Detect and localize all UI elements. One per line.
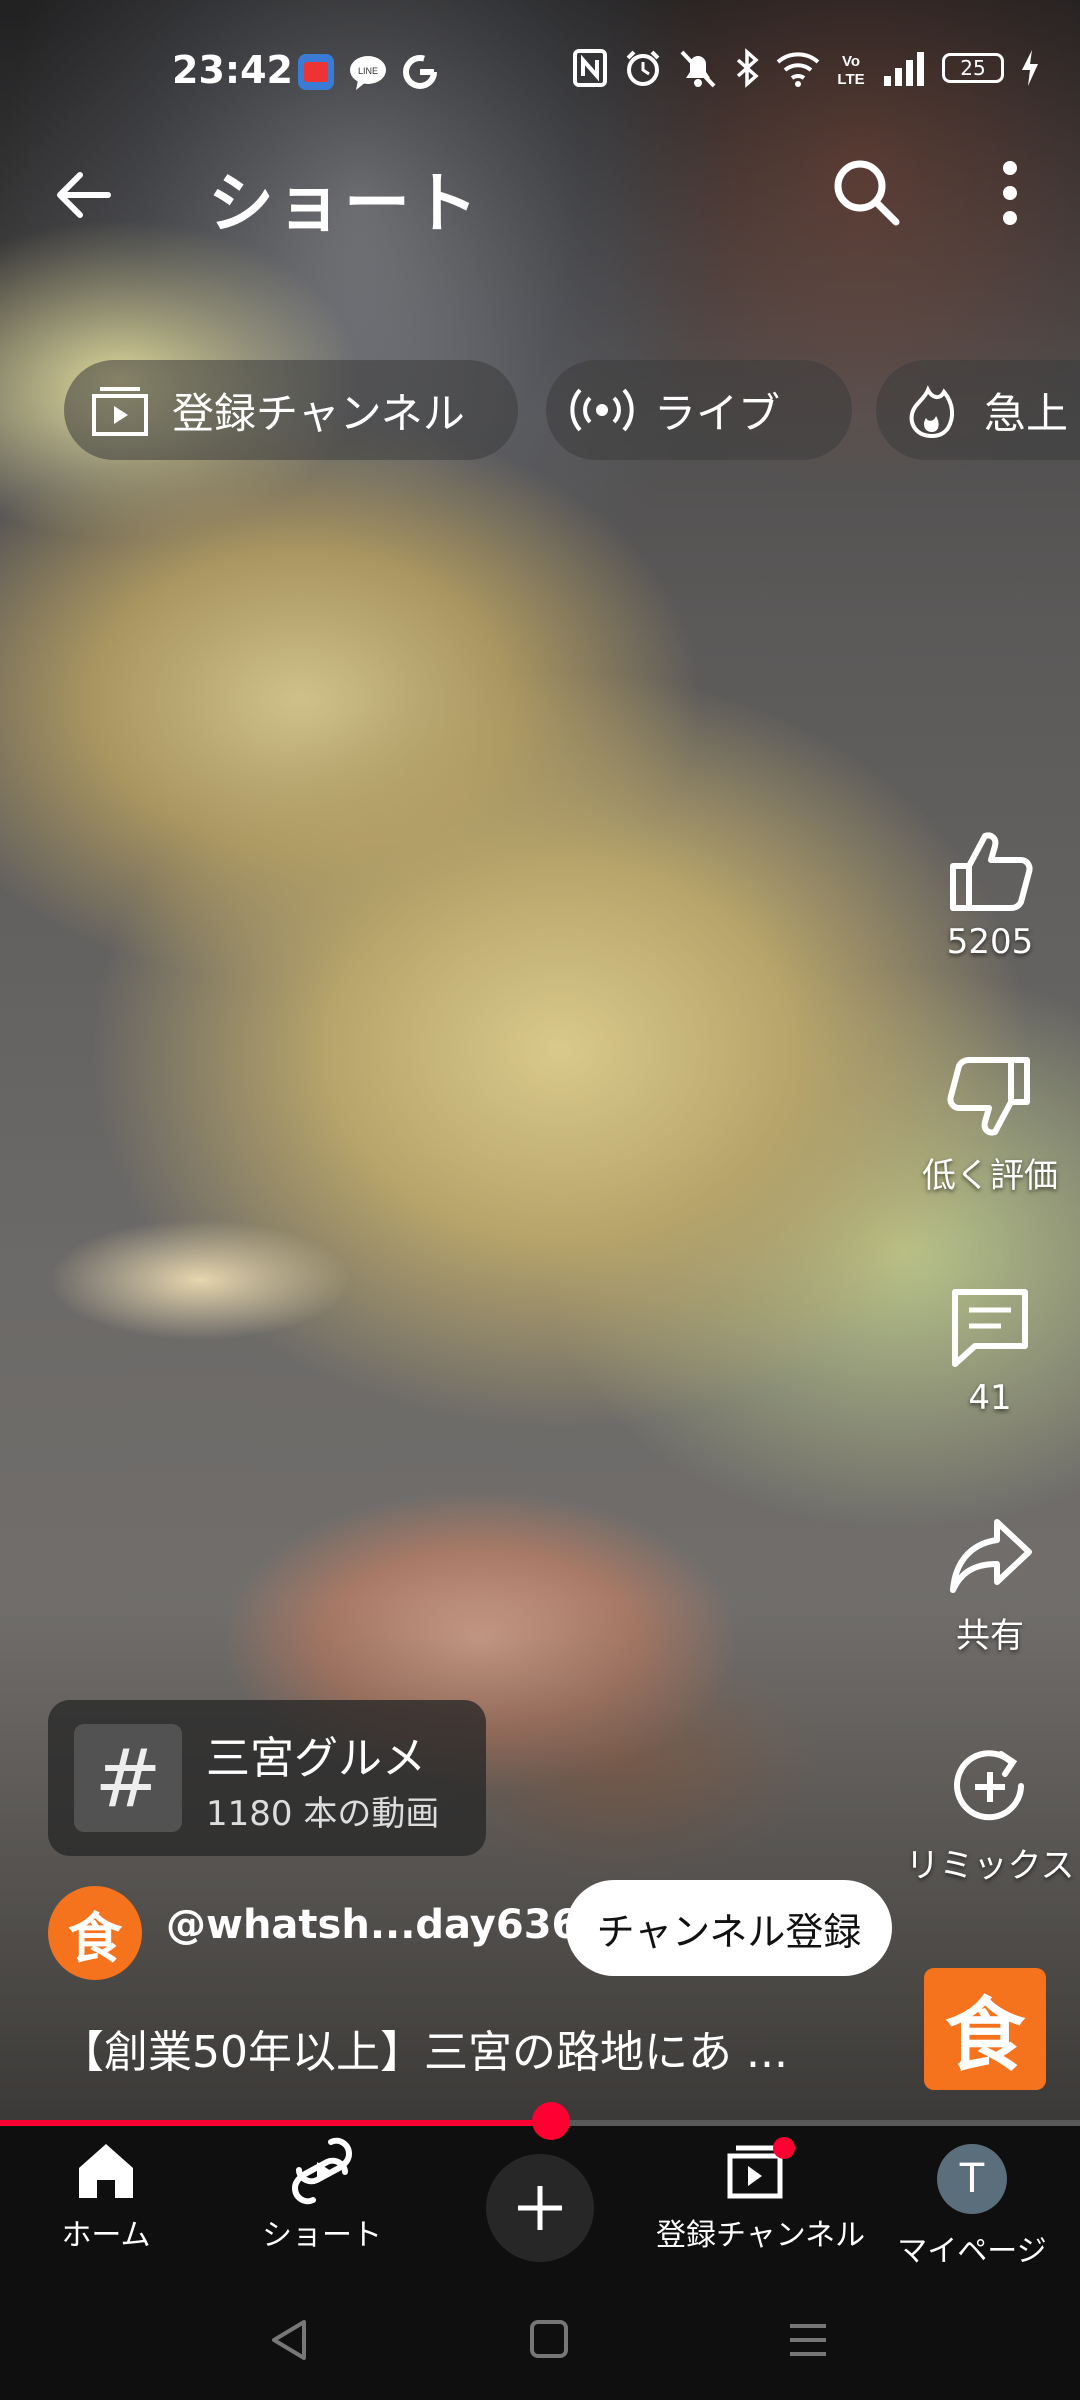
nav-shorts[interactable]: ショート: [222, 2136, 422, 2254]
subscriptions-icon: [88, 378, 152, 442]
shorts-icon: [291, 2137, 353, 2205]
svg-text:Vo: Vo: [842, 53, 860, 70]
google-icon: [403, 55, 437, 89]
nav-label: マイページ: [897, 2234, 1047, 2269]
channel-handle[interactable]: @whatsh...day6365: [166, 1902, 607, 1948]
remix-button[interactable]: リミックス: [900, 1742, 1080, 1887]
subscribe-button[interactable]: チャンネル登録: [566, 1880, 892, 1976]
channel-logo[interactable]: 食: [924, 1968, 1046, 2090]
search-icon[interactable]: [826, 152, 906, 232]
chip-label: 登録チャンネル: [172, 388, 465, 438]
chip-label: ライブ: [654, 388, 781, 438]
progress-fill: [0, 2120, 551, 2126]
bottom-navigation: ホーム ショート 登録チャンネル T マイページ: [0, 2126, 1080, 2276]
share-button[interactable]: 共有: [900, 1512, 1080, 1657]
bluetooth-icon: [736, 48, 759, 88]
nav-my-page[interactable]: T マイページ: [872, 2136, 1072, 2270]
hashtag-icon: #: [74, 1724, 182, 1832]
nav-subscriptions[interactable]: 登録チャンネル: [656, 2136, 866, 2254]
nav-home[interactable]: ホーム: [6, 2136, 206, 2254]
notification-dot: [773, 2137, 795, 2159]
hashtag-video-count: 1180 本の動画: [206, 1794, 440, 1834]
share-icon: [950, 1519, 1032, 1593]
live-icon: [570, 378, 634, 442]
avatar: T: [937, 2144, 1007, 2214]
remix-icon: [954, 1750, 1024, 1821]
thumbs-up-icon: [950, 832, 1033, 911]
comment-count: 41: [968, 1378, 1012, 1418]
comments-button[interactable]: 41: [900, 1282, 1080, 1418]
hashtag-pill[interactable]: # 三宮グルメ 1180 本の動画: [48, 1700, 486, 1856]
dislike-button[interactable]: 低く評価: [900, 1052, 1080, 1197]
home-icon: [79, 2144, 133, 2198]
status-time: 23:42: [172, 48, 293, 92]
svg-text:LINE: LINE: [358, 66, 378, 76]
recents-menu-icon[interactable]: [786, 2320, 830, 2360]
share-label: 共有: [956, 1616, 1024, 1656]
channel-row: 食 @whatsh...day6365 チャンネル登録: [48, 1880, 1048, 1980]
create-button[interactable]: [486, 2154, 594, 2262]
back-arrow-icon[interactable]: [48, 160, 118, 230]
plus-icon: [518, 2186, 562, 2230]
nfc-icon: [573, 49, 607, 87]
video-title[interactable]: 【創業50年以上】三宮の路地にあ ...: [60, 2016, 788, 2080]
comment-icon: [952, 1289, 1028, 1367]
video-progress-bar[interactable]: [0, 2102, 1080, 2140]
system-navigation-bar: [0, 2276, 1080, 2400]
news-app-icon: [298, 54, 334, 90]
chip-live[interactable]: ライブ: [546, 360, 852, 460]
chip-subscriptions[interactable]: 登録チャンネル: [64, 360, 518, 460]
nav-label: 登録チャンネル: [656, 2218, 866, 2253]
page-title: ショート: [208, 165, 480, 242]
subscriptions-icon: [727, 2137, 795, 2199]
nav-label: ホーム: [61, 2218, 151, 2253]
svg-text:LTE: LTE: [837, 71, 864, 88]
like-count: 5205: [946, 922, 1034, 962]
thumbs-down-icon: [947, 1057, 1030, 1136]
alarm-icon: [626, 50, 660, 86]
wifi-icon: [776, 52, 820, 87]
hashtag-title: 三宮グルメ: [206, 1733, 426, 1784]
mute-icon: [680, 50, 716, 88]
dislike-label: 低く評価: [922, 1156, 1058, 1196]
progress-scrubber[interactable]: [531, 2102, 570, 2140]
line-icon: LINE: [350, 56, 386, 90]
channel-avatar[interactable]: 食: [48, 1886, 142, 1980]
home-square-icon[interactable]: [528, 2318, 570, 2360]
volte-icon: VoLTE: [837, 53, 864, 88]
like-button[interactable]: 5205: [900, 826, 1080, 962]
nav-label: ショート: [262, 2218, 382, 2253]
back-triangle-icon[interactable]: [268, 2318, 312, 2362]
